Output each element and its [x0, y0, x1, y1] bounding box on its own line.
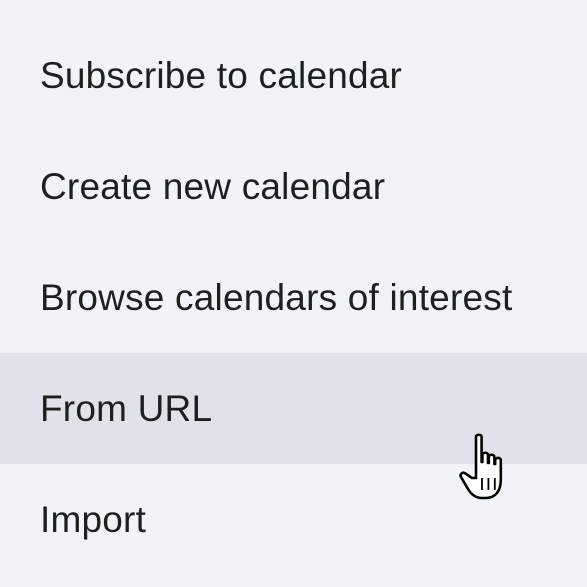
- menu-item-browse-calendars-of-interest[interactable]: Browse calendars of interest: [0, 242, 587, 353]
- menu-item-create-new-calendar[interactable]: Create new calendar: [0, 131, 587, 242]
- add-calendar-menu: Subscribe to calendar Create new calenda…: [0, 0, 587, 587]
- menu-item-subscribe-to-calendar[interactable]: Subscribe to calendar: [0, 20, 587, 131]
- menu-item-label: Create new calendar: [40, 165, 386, 207]
- menu-item-label: Browse calendars of interest: [40, 276, 513, 318]
- menu-item-label: From URL: [40, 387, 213, 429]
- menu-item-label: Subscribe to calendar: [40, 54, 403, 96]
- menu-item-import[interactable]: Import: [0, 464, 587, 575]
- menu-item-label: Import: [40, 498, 147, 540]
- menu-item-from-url[interactable]: From URL: [0, 353, 587, 464]
